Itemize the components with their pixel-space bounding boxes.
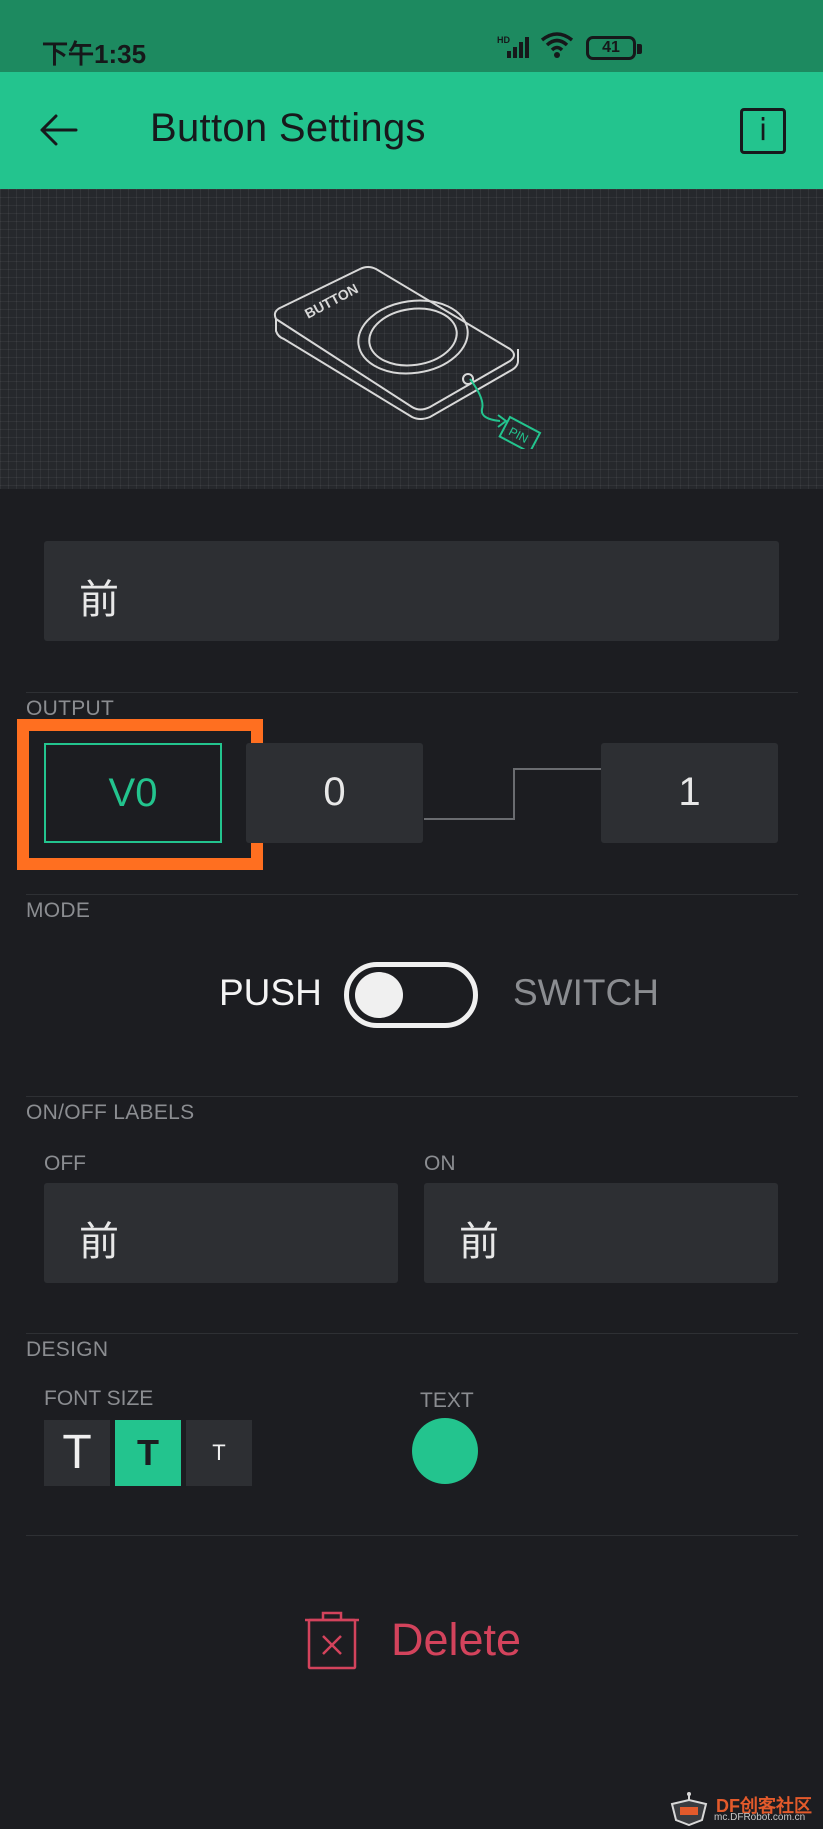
labels-section-label: ON/OFF LABELS bbox=[26, 1101, 195, 1124]
pin-value: V0 bbox=[108, 771, 158, 815]
font-size-medium-glyph: T bbox=[137, 1432, 159, 1473]
signal-icon: HD bbox=[497, 35, 529, 58]
on-caption: ON bbox=[424, 1152, 456, 1175]
off-label-value: 前 bbox=[79, 1219, 119, 1265]
text-color-picker[interactable] bbox=[412, 1418, 478, 1484]
watermark-url: mc.DFRobot.com.cn bbox=[714, 1812, 806, 1823]
status-time: 下午1:35 bbox=[42, 39, 147, 69]
divider bbox=[26, 1096, 798, 1097]
mode-toggle[interactable] bbox=[344, 962, 478, 1028]
toggle-knob bbox=[355, 972, 403, 1018]
delete-label: Delete bbox=[391, 1614, 522, 1665]
output-section-label: OUTPUT bbox=[26, 697, 115, 720]
mode-switch-label: SWITCH bbox=[513, 972, 659, 1013]
mode-push-label: PUSH bbox=[219, 972, 322, 1013]
widget-illustration: BUTTON PIN bbox=[0, 189, 823, 489]
app-bar: Button Settings i bbox=[0, 72, 823, 189]
divider bbox=[26, 894, 798, 895]
info-button[interactable]: i bbox=[740, 108, 786, 154]
widget-name-value: 前 bbox=[79, 577, 119, 623]
back-arrow-icon[interactable] bbox=[36, 110, 80, 150]
font-size-label: FONT SIZE bbox=[44, 1387, 154, 1410]
button-device-illustration: BUTTON PIN bbox=[273, 266, 542, 449]
output-low-input[interactable]: 0 bbox=[246, 743, 423, 843]
widget-name-input[interactable]: 前 bbox=[44, 541, 779, 641]
trash-icon bbox=[305, 1611, 359, 1670]
font-size-large-button[interactable]: T bbox=[44, 1420, 110, 1486]
robot-logo-icon bbox=[670, 1792, 708, 1826]
illustration-button-text: BUTTON bbox=[302, 280, 361, 321]
battery-level: 41 bbox=[602, 39, 620, 56]
font-size-small-glyph: T bbox=[212, 1440, 226, 1465]
off-label-input[interactable]: 前 bbox=[44, 1183, 398, 1283]
divider bbox=[26, 692, 798, 693]
watermark: DF创客社区 mc.DFRobot.com.cn bbox=[668, 1792, 820, 1826]
battery-icon: 41 bbox=[586, 36, 642, 60]
design-section-label: DESIGN bbox=[26, 1338, 109, 1361]
font-size-large-glyph: T bbox=[62, 1426, 92, 1479]
on-label-input[interactable]: 前 bbox=[424, 1183, 778, 1283]
step-line-icon bbox=[424, 768, 602, 820]
font-size-medium-button[interactable]: T bbox=[115, 1420, 181, 1486]
wifi-icon bbox=[540, 32, 574, 58]
mode-section-label: MODE bbox=[26, 899, 91, 922]
status-bar: 下午1:35 HD 41 bbox=[0, 0, 823, 72]
pin-selector[interactable]: V0 bbox=[44, 743, 222, 843]
text-color-label: TEXT bbox=[420, 1389, 474, 1412]
svg-text:HD: HD bbox=[497, 35, 510, 45]
output-high-value: 1 bbox=[678, 770, 701, 814]
page-title: Button Settings bbox=[150, 106, 426, 150]
on-label-value: 前 bbox=[459, 1219, 499, 1265]
font-size-small-button[interactable]: T bbox=[186, 1420, 252, 1486]
divider bbox=[26, 1535, 798, 1536]
divider bbox=[26, 1333, 798, 1334]
off-caption: OFF bbox=[44, 1152, 86, 1175]
output-low-value: 0 bbox=[323, 770, 346, 814]
output-high-input[interactable]: 1 bbox=[601, 743, 778, 843]
